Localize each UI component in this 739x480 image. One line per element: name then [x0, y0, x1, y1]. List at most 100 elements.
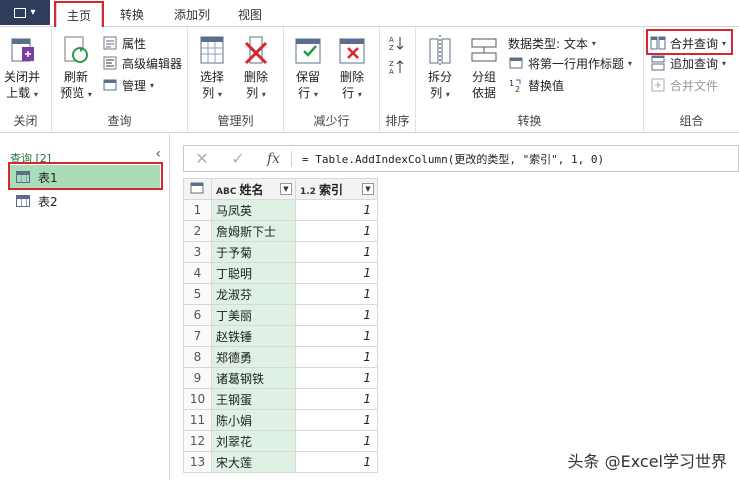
svg-text:1: 1: [509, 79, 514, 88]
table-row[interactable]: 4 丁聪明 1: [183, 262, 378, 284]
chevron-down-icon: ▾: [30, 7, 36, 18]
sort-ascending-button[interactable]: AZ: [388, 33, 404, 53]
name-cell[interactable]: 陈小娟: [211, 409, 296, 431]
tab-view[interactable]: 视图: [228, 2, 272, 27]
text-type-icon[interactable]: ABC: [216, 187, 236, 197]
index-cell[interactable]: 1: [295, 367, 378, 389]
index-cell[interactable]: 1: [295, 325, 378, 347]
index-cell[interactable]: 1: [295, 304, 378, 326]
advanced-editor-button[interactable]: 高级编辑器: [102, 53, 182, 73]
query-item-table1[interactable]: 表1: [10, 165, 160, 189]
table-row[interactable]: 3 于予菊 1: [183, 241, 378, 263]
table-row[interactable]: 6 丁美丽 1: [183, 304, 378, 326]
manage-button[interactable]: 管理 ▾: [102, 75, 154, 95]
table-row[interactable]: 9 诸葛钢铁 1: [183, 367, 378, 389]
name-cell[interactable]: 宋大莲: [211, 451, 296, 473]
group-label-query: 查询: [107, 114, 132, 128]
name-cell[interactable]: 刘翠花: [211, 430, 296, 452]
sort-descending-button[interactable]: ZA: [388, 57, 404, 77]
group-by-button[interactable]: 分组 依据: [468, 33, 500, 101]
table-row[interactable]: 5 龙淑芬 1: [183, 283, 378, 305]
row-number[interactable]: 5: [183, 283, 212, 305]
row-number[interactable]: 6: [183, 304, 212, 326]
name-cell[interactable]: 丁聪明: [211, 262, 296, 284]
refresh-preview-button[interactable]: 刷新 预览 ▾: [60, 33, 92, 103]
table-row[interactable]: 12 刘翠花 1: [183, 430, 378, 452]
table-row[interactable]: 7 赵铁锤 1: [183, 325, 378, 347]
index-cell[interactable]: 1: [295, 430, 378, 452]
name-cell[interactable]: 赵铁锤: [211, 325, 296, 347]
index-cell[interactable]: 1: [295, 220, 378, 242]
row-number[interactable]: 4: [183, 262, 212, 284]
chevron-down-icon: ▾: [445, 90, 450, 99]
file-menu-button[interactable]: ▾: [0, 0, 50, 25]
table-row[interactable]: 10 王钢蛋 1: [183, 388, 378, 410]
combine-files-button[interactable]: 合并文件: [650, 75, 718, 95]
name-cell[interactable]: 马凤英: [211, 199, 296, 221]
index-cell[interactable]: 1: [295, 346, 378, 368]
row-number[interactable]: 8: [183, 346, 212, 368]
index-cell[interactable]: 1: [295, 451, 378, 473]
split-column-icon: [429, 35, 451, 65]
index-cell[interactable]: 1: [295, 241, 378, 263]
name-cell[interactable]: 于予菊: [211, 241, 296, 263]
name-cell[interactable]: 詹姆斯下士: [211, 220, 296, 242]
grid-corner-menu[interactable]: [183, 178, 212, 200]
collapse-chevron-left-icon[interactable]: ‹: [155, 146, 161, 162]
group-close: 关闭并 上载 ▾ 关闭: [0, 27, 52, 133]
index-cell[interactable]: 1: [295, 388, 378, 410]
row-number[interactable]: 9: [183, 367, 212, 389]
first-row-header-label: 将第一行用作标题: [528, 56, 625, 71]
name-cell[interactable]: 丁美丽: [211, 304, 296, 326]
index-cell[interactable]: 1: [295, 409, 378, 431]
table-row[interactable]: 1 马凤英 1: [183, 199, 378, 221]
keep-rows-button[interactable]: 保留 行 ▾: [292, 33, 324, 103]
refresh-label-2-row: 预览 ▾: [60, 85, 92, 103]
row-number[interactable]: 7: [183, 325, 212, 347]
close-and-load-button[interactable]: 关闭并 上载 ▾: [4, 33, 40, 103]
index-cell[interactable]: 1: [295, 262, 378, 284]
row-number[interactable]: 13: [183, 451, 212, 473]
formula-input[interactable]: = Table.AddIndexColumn(更改的类型, "索引", 1, 0…: [292, 151, 604, 167]
name-cell[interactable]: 龙淑芬: [211, 283, 296, 305]
use-first-row-as-headers-button[interactable]: 将第一行用作标题 ▾: [508, 53, 632, 73]
table-row[interactable]: 8 郑德勇 1: [183, 346, 378, 368]
properties-button[interactable]: 属性: [102, 33, 146, 53]
data-type-dropdown[interactable]: 数据类型: 文本 ▾: [508, 33, 596, 53]
row-number[interactable]: 12: [183, 430, 212, 452]
column-header-name[interactable]: ABC 姓名 ▼: [211, 178, 296, 200]
split-column-button[interactable]: 拆分 列 ▾: [424, 33, 456, 103]
decimal-type-icon[interactable]: 1.2: [300, 187, 316, 197]
filter-dropdown-icon[interactable]: ▼: [280, 183, 292, 195]
group-manage-columns: 选择 列 ▾ 删除 列 ▾ 管理列: [188, 27, 284, 133]
table-row[interactable]: 11 陈小娟 1: [183, 409, 378, 431]
index-cell[interactable]: 1: [295, 283, 378, 305]
filter-dropdown-icon[interactable]: ▼: [362, 183, 374, 195]
tab-add-column[interactable]: 添加列: [164, 2, 220, 27]
remove-columns-button[interactable]: 删除 列 ▾: [240, 33, 272, 103]
query-item-table2[interactable]: 表2: [10, 189, 160, 213]
replace-values-button[interactable]: 12 替换值: [508, 75, 564, 95]
name-cell[interactable]: 王钢蛋: [211, 388, 296, 410]
cancel-icon[interactable]: ✕: [184, 149, 220, 168]
table-row[interactable]: 2 詹姆斯下士 1: [183, 220, 378, 242]
choose-columns-button[interactable]: 选择 列 ▾: [196, 33, 228, 103]
name-cell[interactable]: 郑德勇: [211, 346, 296, 368]
append-queries-button[interactable]: 追加查询 ▾: [650, 53, 726, 73]
row-number[interactable]: 3: [183, 241, 212, 263]
table-row[interactable]: 13 宋大莲 1: [183, 451, 378, 473]
tab-home[interactable]: 主页: [56, 2, 103, 28]
remove-rows-button[interactable]: 删除 行 ▾: [336, 33, 368, 103]
row-number[interactable]: 11: [183, 409, 212, 431]
merge-queries-button[interactable]: 合并查询 ▾: [650, 33, 726, 53]
append-queries-icon: [651, 55, 665, 71]
column-header-index[interactable]: 1.2 索引 ▼: [295, 178, 378, 200]
name-cell[interactable]: 诸葛钢铁: [211, 367, 296, 389]
row-number[interactable]: 1: [183, 199, 212, 221]
index-cell[interactable]: 1: [295, 199, 378, 221]
tab-transform[interactable]: 转换: [110, 2, 154, 27]
chevron-down-icon: ▾: [722, 38, 727, 48]
row-number[interactable]: 2: [183, 220, 212, 242]
confirm-icon[interactable]: ✓: [220, 149, 256, 168]
row-number[interactable]: 10: [183, 388, 212, 410]
